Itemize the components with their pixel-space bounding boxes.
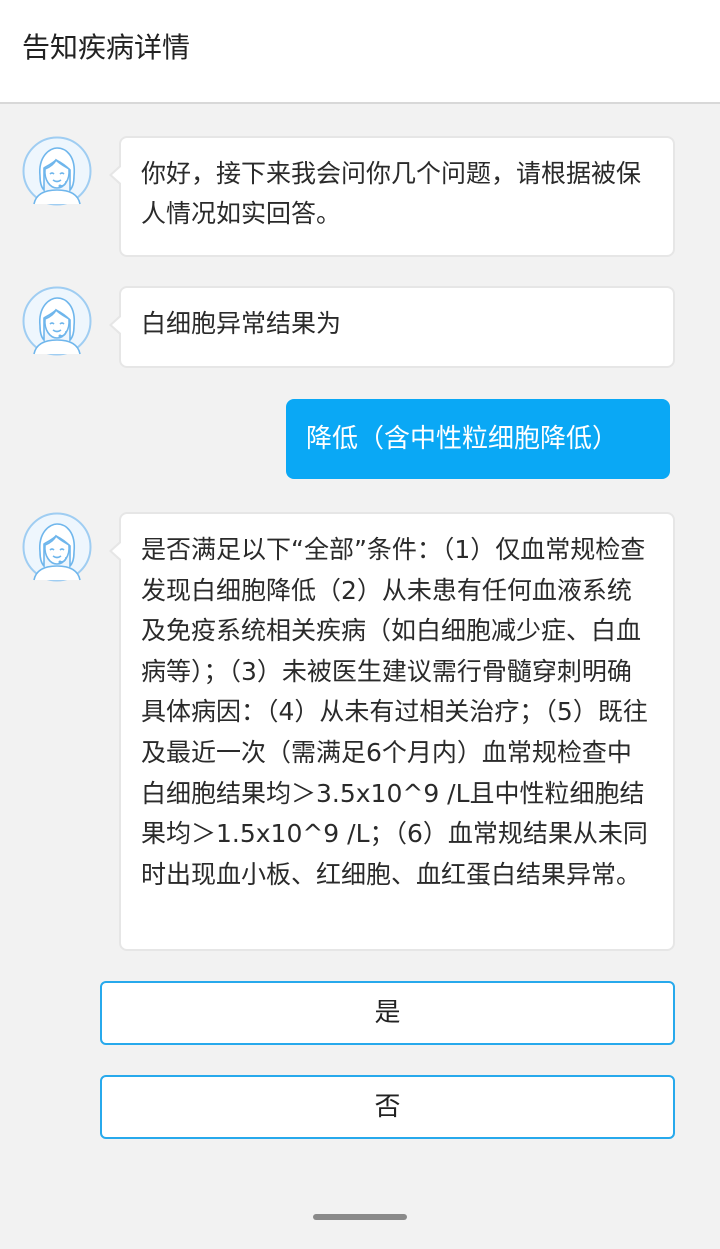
bot-question-bubble: 是否满足以下“全部”条件：（1）仅血常规检查发现白细胞降低（2）从未患有任何血液… [109, 512, 675, 951]
user-reply-text: 降低（含中性粒细胞降低） [306, 424, 619, 454]
message-text: 白细胞异常结果为 [141, 309, 342, 338]
home-indicator[interactable] [313, 1214, 407, 1220]
agent-avatar-icon [22, 136, 92, 206]
message-text: 你好，接下来我会问你几个问题，请根据被保人情况如实回答。 [141, 159, 642, 228]
yes-button[interactable]: 是 [100, 981, 675, 1045]
bot-message-bubble: 白细胞异常结果为 [109, 286, 675, 368]
user-reply-bubble: 降低（含中性粒细胞降低） [286, 399, 670, 479]
agent-avatar-icon [22, 286, 92, 356]
no-button[interactable]: 否 [100, 1075, 675, 1139]
bot-message-bubble: 你好，接下来我会问你几个问题，请根据被保人情况如实回答。 [109, 136, 675, 257]
agent-avatar-icon [22, 512, 92, 582]
message-text: 是否满足以下“全部”条件：（1）仅血常规检查发现白细胞降低（2）从未患有任何血液… [141, 535, 648, 889]
page-title: 告知疾病详情 [22, 31, 191, 64]
app-header: 告知疾病详情 [0, 0, 720, 104]
